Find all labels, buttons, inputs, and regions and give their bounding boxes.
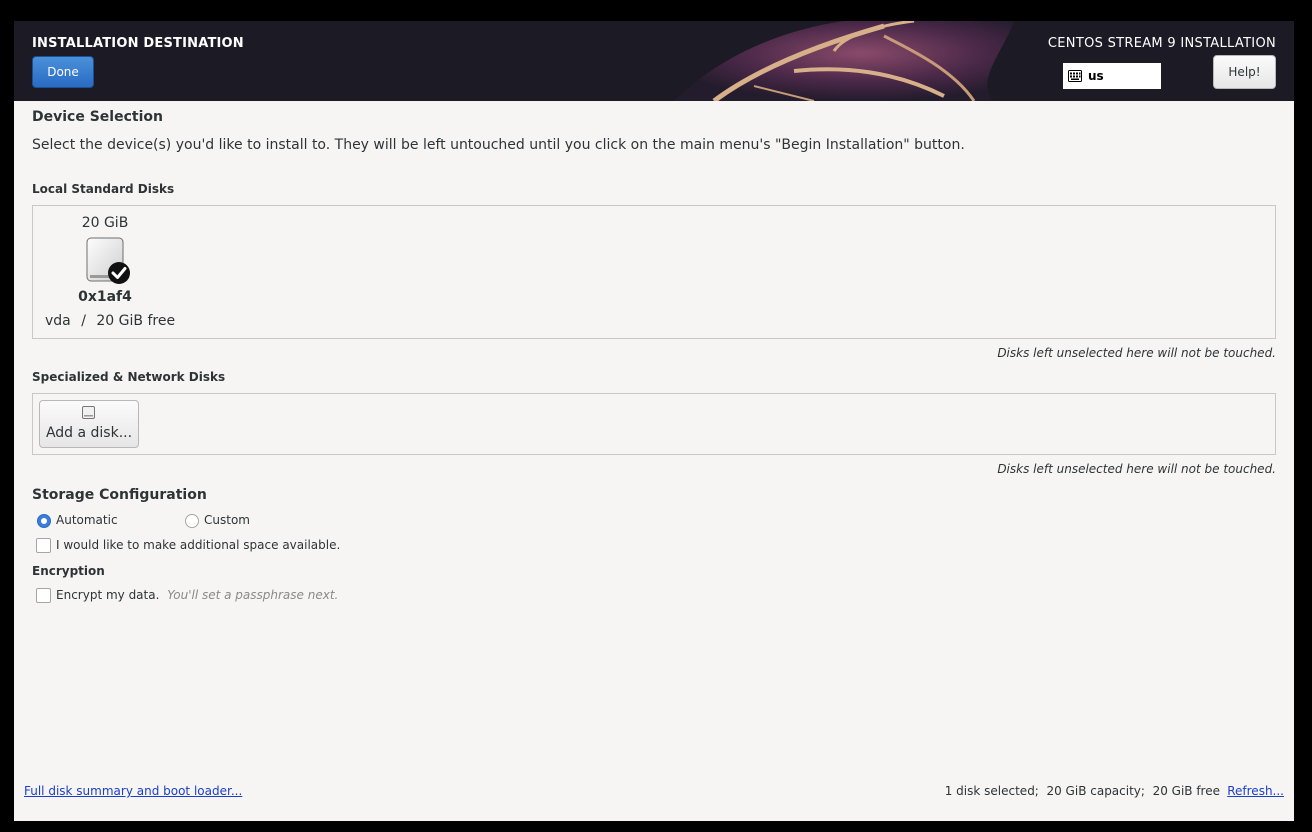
encrypt-option[interactable]: Encrypt my data. You'll set a passphrase…: [56, 588, 338, 602]
disk-free: 20 GiB free: [96, 313, 176, 329]
disk-tile[interactable]: 20 GiB 0x1af4 vda / 20 GiB free: [33, 206, 183, 338]
done-button[interactable]: Done: [32, 56, 94, 88]
header-artwork: [14, 21, 1294, 101]
help-button[interactable]: Help!: [1213, 55, 1276, 89]
header-bar: INSTALLATION DESTINATION Done CENTOS STR…: [14, 21, 1294, 101]
device-selection-title: Device Selection: [32, 109, 163, 125]
product-title: CENTOS STREAM 9 INSTALLATION: [1047, 36, 1276, 51]
encrypt-checkbox[interactable]: [36, 588, 51, 603]
encrypt-hint: You'll set a passphrase next.: [167, 588, 339, 602]
reclaim-space-checkbox[interactable]: [36, 538, 51, 553]
encrypt-label: Encrypt my data.: [56, 588, 160, 602]
network-disks-panel: Add a disk...: [32, 393, 1276, 455]
reclaim-space-label[interactable]: I would like to make additional space av…: [56, 538, 340, 552]
installer-window: INSTALLATION DESTINATION Done CENTOS STR…: [14, 21, 1294, 821]
refresh-link[interactable]: Refresh...: [1227, 784, 1284, 798]
keyboard-layout-label: us: [1088, 69, 1104, 83]
local-disks-hint: Disks left unselected here will not be t…: [997, 346, 1276, 360]
hard-disk-icon: [86, 237, 130, 284]
spoke-title: INSTALLATION DESTINATION: [32, 36, 244, 51]
local-disks-label: Local Standard Disks: [32, 182, 175, 196]
disk-separator: /: [81, 313, 86, 329]
custom-radio[interactable]: [185, 514, 199, 528]
add-disk-button[interactable]: Add a disk...: [39, 400, 139, 448]
disk-icon: [82, 406, 95, 419]
add-disk-label: Add a disk...: [45, 425, 133, 441]
disk-status-summary: 1 disk selected; 20 GiB capacity; 20 GiB…: [944, 784, 1220, 798]
disk-description: vda / 20 GiB free: [45, 313, 175, 329]
automatic-radio[interactable]: [37, 514, 51, 528]
automatic-label[interactable]: Automatic: [56, 513, 118, 527]
disk-size: 20 GiB: [81, 215, 129, 231]
keyboard-layout-indicator[interactable]: us: [1063, 63, 1161, 89]
full-disk-summary-link[interactable]: Full disk summary and boot loader...: [24, 784, 242, 798]
encryption-title: Encryption: [32, 564, 105, 578]
network-disks-label: Specialized & Network Disks: [32, 370, 226, 384]
device-selection-description: Select the device(s) you'd like to insta…: [32, 137, 965, 153]
network-disks-hint: Disks left unselected here will not be t…: [997, 462, 1276, 476]
disk-name: 0x1af4: [78, 289, 132, 305]
disk-device: vda: [45, 313, 71, 329]
custom-label[interactable]: Custom: [204, 513, 250, 527]
local-disks-panel: 20 GiB 0x1af4 vda / 20 GiB free: [32, 205, 1276, 339]
storage-config-title: Storage Configuration: [32, 487, 207, 503]
keyboard-icon: [1068, 70, 1082, 82]
